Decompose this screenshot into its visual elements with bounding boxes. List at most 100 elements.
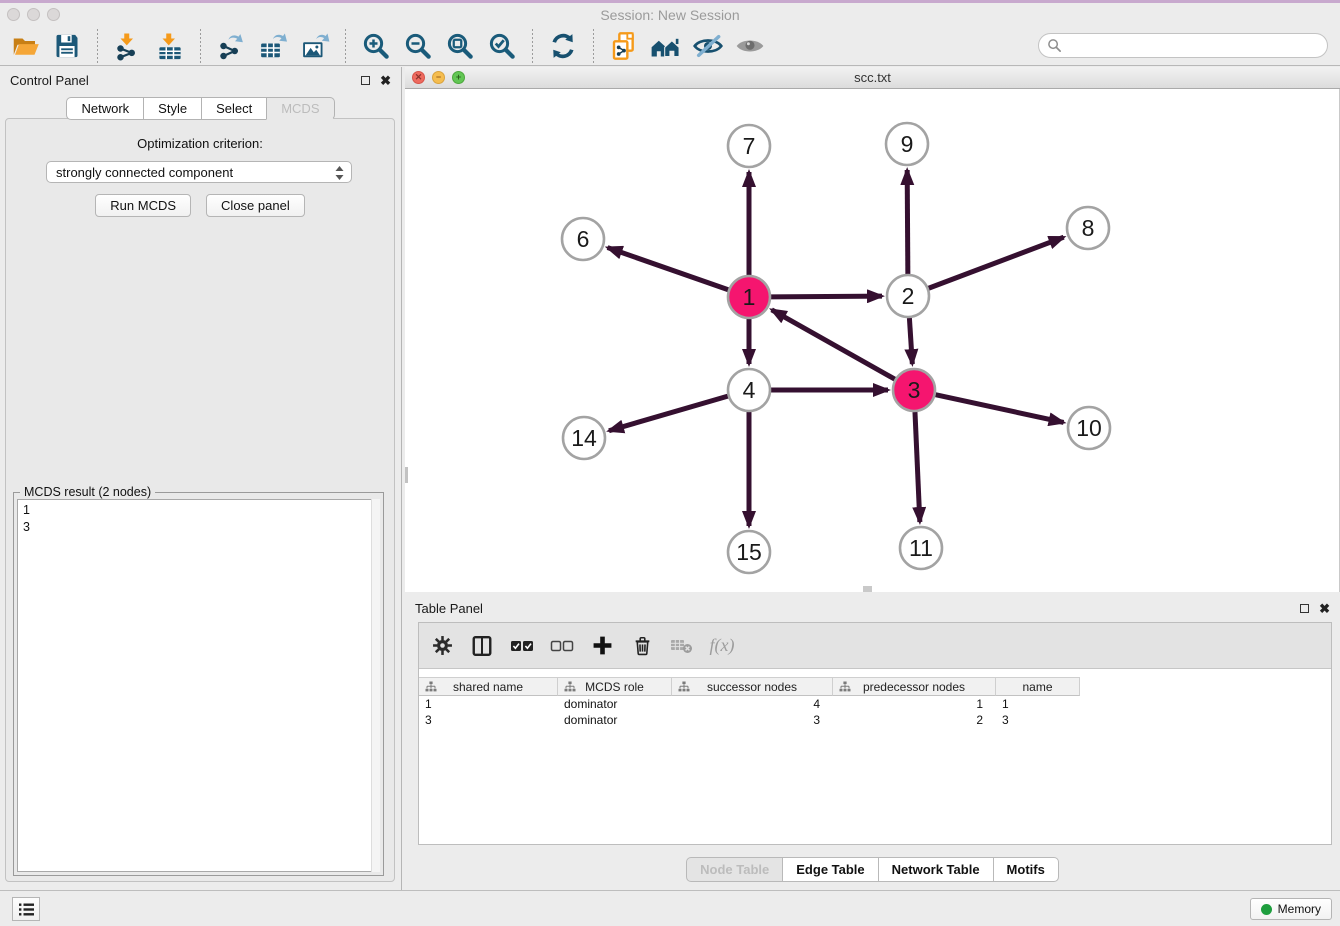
network-window-titlebar[interactable]: ✕ − + scc.txt <box>405 67 1340 89</box>
control-tab-mcds[interactable]: MCDS <box>266 97 334 120</box>
graph-node-10[interactable]: 10 <box>1068 407 1110 449</box>
zoom-out-button[interactable] <box>401 29 435 63</box>
export-image-icon <box>300 31 330 61</box>
mcds-tab-content: Optimization criterion: strongly connect… <box>5 118 395 882</box>
table-cell[interactable]: 3 <box>672 712 833 728</box>
graph-edge-2-8[interactable] <box>929 237 1064 288</box>
column-header-MCDS-role[interactable]: MCDS role <box>558 677 672 696</box>
graph-node-2[interactable]: 2 <box>887 275 929 317</box>
table-tab-motifs[interactable]: Motifs <box>993 857 1059 882</box>
close-panel-icon[interactable]: ✖ <box>1319 602 1330 615</box>
network-canvas[interactable]: 7 9 6 8 1 2 4 3 14 10 15 11 <box>405 89 1340 592</box>
export-table-button[interactable] <box>256 29 290 63</box>
control-tab-network[interactable]: Network <box>66 97 144 120</box>
zoom-in-button[interactable] <box>359 29 393 63</box>
export-network-button[interactable] <box>214 29 248 63</box>
table-cell[interactable]: 4 <box>672 696 833 712</box>
table-cell[interactable]: 3 <box>996 712 1080 728</box>
table-cell[interactable]: 1 <box>996 696 1080 712</box>
import-network-button[interactable] <box>111 29 145 63</box>
network-window-title: scc.txt <box>405 70 1340 85</box>
mcds-result-text[interactable]: 1 3 <box>17 499 380 872</box>
graph-node-11[interactable]: 11 <box>900 527 942 569</box>
graph-node-label: 15 <box>736 539 762 565</box>
network-graph[interactable]: 7 9 6 8 1 2 4 3 14 10 15 11 <box>405 89 1340 592</box>
zoom-fit-button[interactable] <box>443 29 477 63</box>
zoom-selected-button[interactable] <box>485 29 519 63</box>
network-view-window: ✕ − + scc.txt 7 9 6 8 1 2 4 3 14 10 15 11 <box>405 67 1340 593</box>
graph-edge-3-11[interactable] <box>915 412 920 522</box>
table-row[interactable]: 1dominator411 <box>419 696 1331 712</box>
create-new-column-button[interactable] <box>589 633 615 659</box>
splitter-handle[interactable] <box>405 467 408 483</box>
hide-selected-button[interactable] <box>691 29 725 63</box>
delete-columns-button[interactable] <box>629 633 655 659</box>
select-all-columns-button[interactable] <box>509 633 535 659</box>
save-session-button[interactable] <box>50 29 84 63</box>
eye-slash-icon <box>692 30 724 62</box>
first-neighbors-button[interactable] <box>649 29 683 63</box>
unselect-all-columns-button[interactable] <box>549 633 575 659</box>
mcds-result-box: MCDS result (2 nodes) 1 3 <box>13 492 384 876</box>
table-cell[interactable]: 1 <box>419 696 558 712</box>
app-titlebar: Session: New Session <box>0 3 1340 26</box>
close-panel-button[interactable]: Close panel <box>206 194 305 217</box>
table-tab-node-table[interactable]: Node Table <box>686 857 783 882</box>
show-panels-menu-button[interactable] <box>12 897 40 921</box>
graph-node-6[interactable]: 6 <box>562 218 604 260</box>
import-table-button[interactable] <box>153 29 187 63</box>
graph-node-14[interactable]: 14 <box>563 417 605 459</box>
float-panel-icon[interactable] <box>361 76 370 85</box>
float-panel-icon[interactable] <box>1300 604 1309 613</box>
control-tab-select[interactable]: Select <box>201 97 267 120</box>
table-cell[interactable]: 1 <box>833 696 996 712</box>
graph-edge-2-3[interactable] <box>909 318 912 364</box>
graph-node-1[interactable]: 1 <box>728 276 770 318</box>
mcds-result-scrollbar[interactable] <box>371 499 380 872</box>
graph-edge-4-14[interactable] <box>609 396 728 431</box>
optimization-criterion-dropdown[interactable]: strongly connected component <box>46 161 352 183</box>
splitter-handle[interactable] <box>863 586 872 592</box>
graph-node-4[interactable]: 4 <box>728 369 770 411</box>
table-cell[interactable]: 2 <box>833 712 996 728</box>
unchecked-boxes-icon <box>550 638 574 654</box>
columns-icon <box>471 635 493 657</box>
run-mcds-button[interactable]: Run MCDS <box>95 194 191 217</box>
refresh-view-button[interactable] <box>546 29 580 63</box>
dropdown-stepper-icon <box>334 165 345 181</box>
table-settings-button[interactable] <box>429 633 455 659</box>
graph-node-9[interactable]: 9 <box>886 123 928 165</box>
graph-node-7[interactable]: 7 <box>728 125 770 167</box>
graph-node-15[interactable]: 15 <box>728 531 770 573</box>
search-input[interactable] <box>1038 33 1328 58</box>
create-network-view-button[interactable] <box>607 29 641 63</box>
search-icon <box>1047 38 1062 53</box>
memory-button[interactable]: Memory <box>1250 898 1332 920</box>
column-header-name[interactable]: name <box>996 677 1080 696</box>
graph-edge-2-9[interactable] <box>907 170 908 274</box>
graph-edge-1-6[interactable] <box>608 248 729 290</box>
show-column-button[interactable] <box>469 633 495 659</box>
control-panel-header: Control Panel ✖ <box>0 67 401 93</box>
table-cell[interactable]: dominator <box>558 696 672 712</box>
table-cell[interactable]: 3 <box>419 712 558 728</box>
export-image-button[interactable] <box>298 29 332 63</box>
graph-node-3[interactable]: 3 <box>893 369 935 411</box>
table-row[interactable]: 3dominator323 <box>419 712 1331 728</box>
zoom-in-icon <box>361 31 391 61</box>
graph-edge-1-2[interactable] <box>771 296 882 297</box>
export-table-icon <box>258 31 288 61</box>
close-panel-icon[interactable]: ✖ <box>380 74 391 87</box>
column-header-predecessor-nodes[interactable]: predecessor nodes <box>833 677 996 696</box>
table-cell[interactable]: dominator <box>558 712 672 728</box>
open-session-button[interactable] <box>8 29 42 63</box>
show-all-button[interactable] <box>733 29 767 63</box>
column-header-shared-name[interactable]: shared name <box>419 677 558 696</box>
graph-node-8[interactable]: 8 <box>1067 207 1109 249</box>
graph-edge-3-10[interactable] <box>935 395 1063 423</box>
control-tab-style[interactable]: Style <box>143 97 202 120</box>
table-tab-edge-table[interactable]: Edge Table <box>782 857 878 882</box>
table-tab-network-table[interactable]: Network Table <box>878 857 994 882</box>
graph-edge-3-1[interactable] <box>772 310 895 379</box>
column-header-successor-nodes[interactable]: successor nodes <box>672 677 833 696</box>
